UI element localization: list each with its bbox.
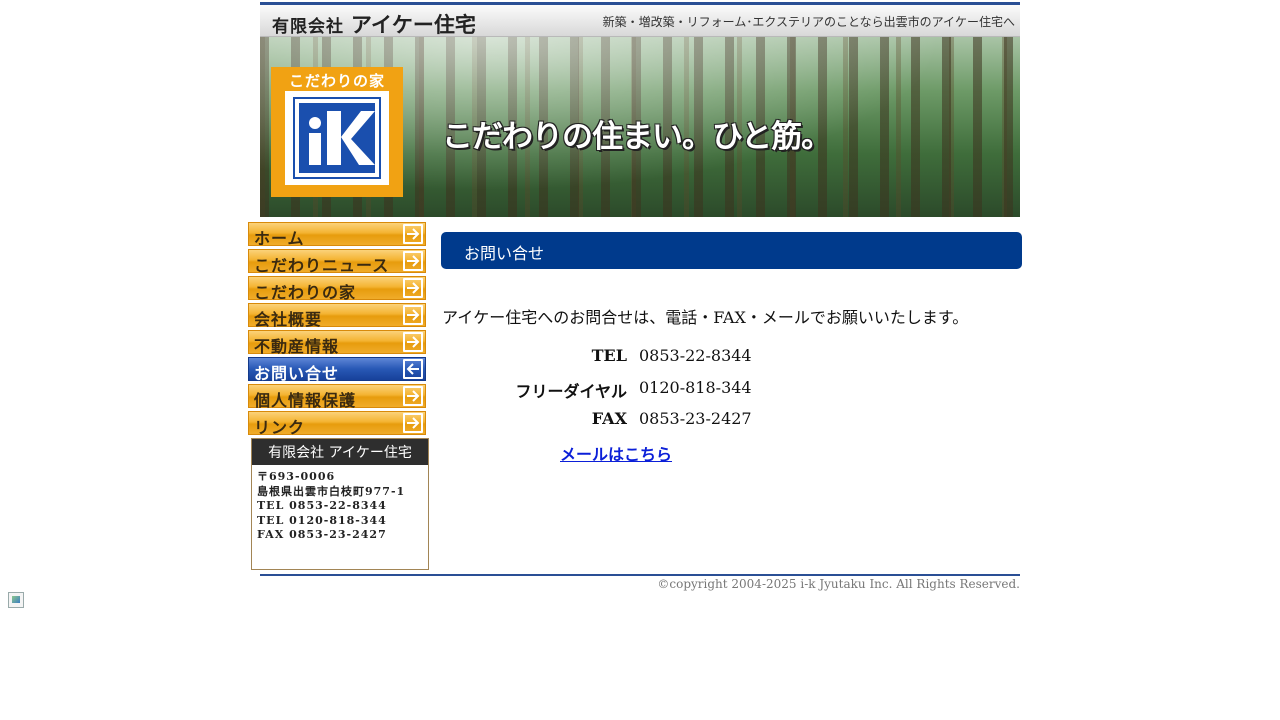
company-tel: TEL 0853-22-8344 — [257, 499, 387, 512]
company-name: アイケー住宅 — [350, 13, 476, 37]
badge-label: こだわりの家 — [288, 72, 385, 90]
nav-item-company[interactable]: 会社概要 — [248, 303, 426, 329]
page-title-bar: お問い合せ — [441, 232, 1022, 269]
nav-item-label: お問い合せ — [254, 364, 340, 383]
company-info-box: 有限会社 アイケー住宅 〒693-0006 島根県出雲市白枝町977-1 TEL… — [251, 438, 429, 570]
arrow-left-icon — [403, 359, 423, 379]
arrow-right-icon — [403, 224, 423, 244]
nav-item-label: リンク — [254, 418, 306, 437]
contact-label: TEL — [591, 346, 627, 365]
company-info-title: 有限会社 アイケー住宅 — [252, 439, 428, 465]
contact-intro-text: アイケー住宅へのお問合せは、電話・FAX・メールでお願いいたします。 — [442, 308, 969, 327]
header-bar: 有限会社 アイケー住宅 新築・増改築・リフォーム･エクステリアのことなら出雲市の… — [260, 0, 1020, 37]
contact-label: FAX — [591, 409, 627, 428]
nav-item-links[interactable]: リンク — [248, 411, 426, 437]
hero-catchcopy: こだわりの住まい。ひと筋。 — [442, 119, 832, 155]
arrow-right-icon — [403, 305, 423, 325]
arrow-right-icon — [403, 278, 423, 298]
sidebar: ホーム こだわりニュース こだわりの家 会社概要 不動産情報 お問い合せ 個人情… — [248, 222, 429, 570]
arrow-right-icon — [403, 386, 423, 406]
arrow-right-icon — [403, 332, 423, 352]
ik-logo-icon — [285, 91, 389, 185]
arrow-right-icon — [403, 251, 423, 271]
hero-banner: こだわりの家 こだわりの住まい。ひと筋。 — [260, 37, 1020, 217]
page-title: お問い合せ — [464, 244, 545, 263]
nav-item-label: ホーム — [254, 229, 305, 248]
nav-item-label: こだわりの家 — [254, 283, 357, 302]
company-freedial: TEL 0120-818-344 — [257, 513, 387, 527]
nav-item-contact[interactable]: お問い合せ — [248, 357, 426, 383]
contact-value: 0853-23-2427 — [639, 409, 752, 428]
brand-badge: こだわりの家 — [271, 67, 403, 197]
broken-image-icon — [8, 592, 24, 608]
contact-value: 0120-818-344 — [639, 377, 752, 397]
company-fax: FAX 0853-23-2427 — [257, 528, 387, 541]
nav-item-news[interactable]: こだわりニュース — [248, 249, 426, 275]
site-logo[interactable]: 有限会社 アイケー住宅 — [272, 9, 476, 39]
mail-link[interactable]: メールはこちら — [560, 441, 672, 465]
nav-item-home[interactable]: ホーム — [248, 222, 426, 248]
nav-item-realestate[interactable]: 不動産情報 — [248, 330, 426, 356]
nav-item-label: こだわりニュース — [254, 256, 390, 275]
company-prefix: 有限会社 — [272, 17, 344, 37]
nav-item-label: 不動産情報 — [254, 337, 340, 356]
contact-value: 0853-22-8344 — [639, 346, 752, 365]
company-address: 島根県出雲市白枝町977-1 — [257, 484, 406, 498]
header-tagline: 新築・増改築・リフォーム･エクステリアのことなら出雲市のアイケー住宅へ — [602, 15, 1015, 29]
arrow-right-icon — [403, 413, 423, 433]
footer-divider — [260, 574, 1020, 576]
nav-item-privacy[interactable]: 個人情報保護 — [248, 384, 426, 410]
nav-item-houses[interactable]: こだわりの家 — [248, 276, 426, 302]
contact-label: フリーダイヤル — [515, 381, 627, 401]
nav-item-label: 個人情報保護 — [254, 391, 357, 410]
company-info-body: 〒693-0006 島根県出雲市白枝町977-1 TEL 0853-22-834… — [252, 465, 428, 543]
nav-item-label: 会社概要 — [254, 310, 323, 329]
footer-copyright: ©copyright 2004-2025 i-k Jyutaku Inc. Al… — [657, 577, 1020, 591]
company-postal-code: 〒693-0006 — [257, 470, 336, 483]
